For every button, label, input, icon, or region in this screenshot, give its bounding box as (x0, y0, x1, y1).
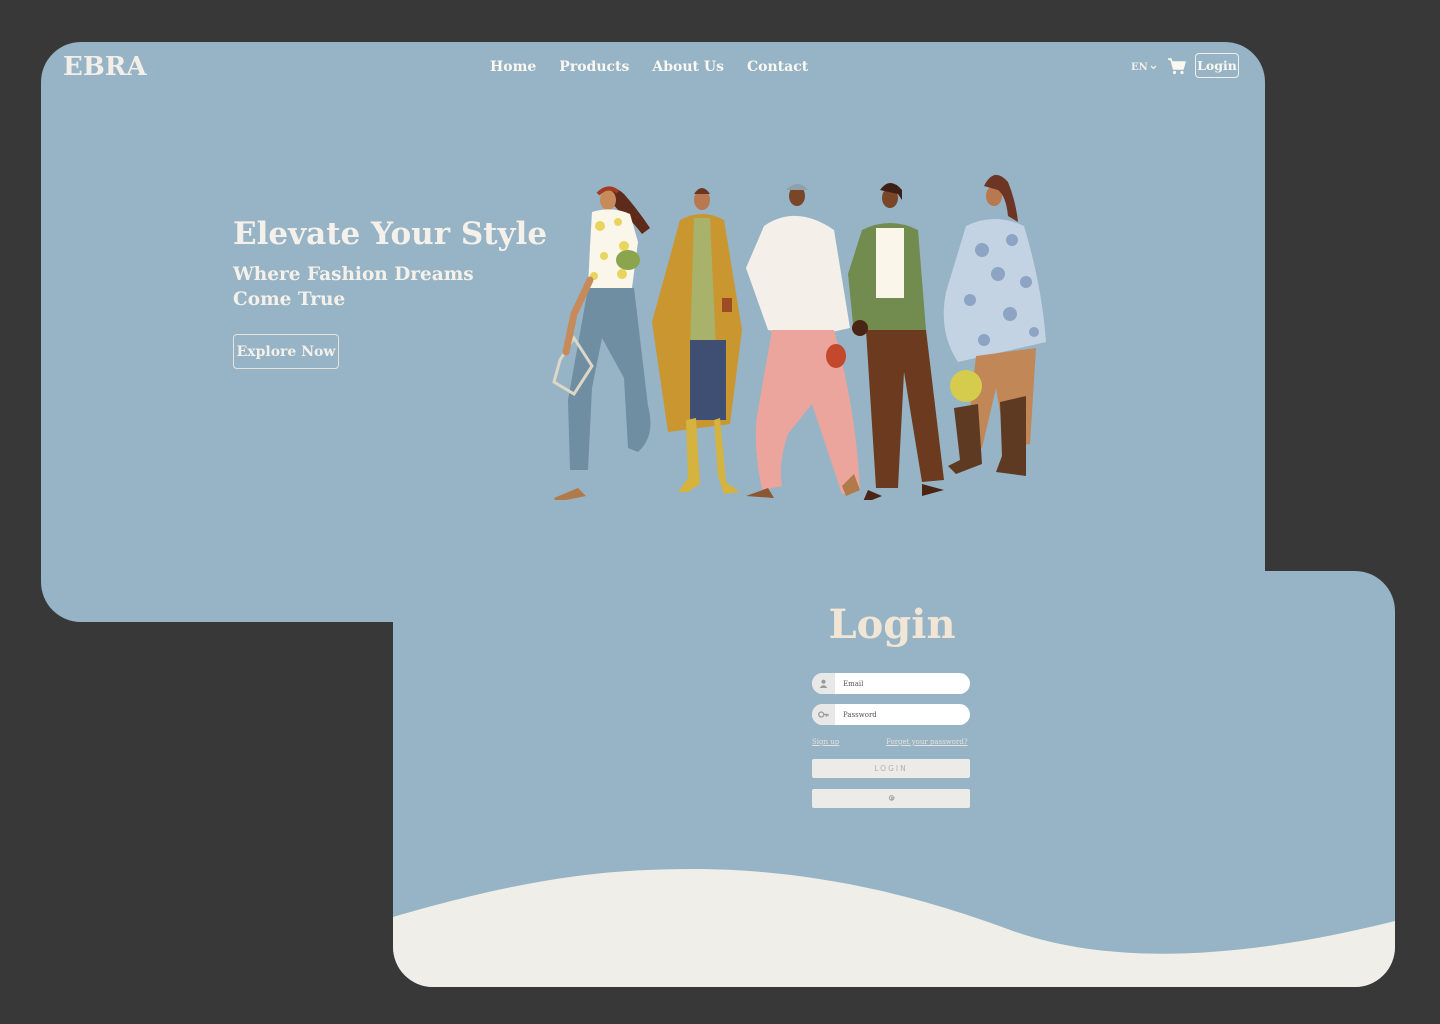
chevron-down-icon (1150, 65, 1157, 70)
sign-up-link[interactable]: Sign up (812, 738, 839, 746)
login-submit-label: LOGIN (874, 764, 908, 773)
google-login-button[interactable] (812, 789, 970, 808)
key-icon (812, 704, 835, 725)
nav-contact[interactable]: Contact (747, 59, 808, 75)
cart-icon[interactable] (1167, 57, 1187, 75)
main-nav: Home Products About Us Contact (490, 59, 808, 75)
email-input[interactable] (835, 673, 969, 694)
login-page-card: Login Sign up Forget your password? LOGI… (393, 571, 1395, 987)
language-label: EN (1131, 62, 1148, 73)
nav-products[interactable]: Products (559, 59, 629, 75)
password-input[interactable] (835, 704, 969, 725)
brand-logo[interactable]: EBRA (63, 52, 147, 82)
nav-home[interactable]: Home (490, 59, 536, 75)
nav-about-us[interactable]: About Us (652, 59, 724, 75)
user-icon (812, 673, 835, 694)
login-submit-button[interactable]: LOGIN (812, 759, 970, 778)
figure-polka-dot (552, 186, 651, 500)
hero-subtitle: Where Fashion Dreams Come True (233, 264, 474, 310)
figure-green-jacket (848, 183, 944, 500)
figure-white-hoodie (746, 184, 860, 498)
header-login-button[interactable]: Login (1195, 53, 1239, 78)
google-icon (888, 795, 895, 801)
landing-page-card: EBRA Home Products About Us Contact EN L… (41, 42, 1265, 622)
fashion-illustration (552, 174, 1046, 500)
email-field[interactable] (812, 673, 970, 694)
password-field[interactable] (812, 704, 970, 725)
forgot-password-link[interactable]: Forget your password? (886, 738, 968, 746)
explore-now-button[interactable]: Explore Now (233, 334, 339, 369)
language-selector[interactable]: EN (1131, 62, 1157, 73)
figure-mustard-coat (652, 188, 742, 494)
figure-floral-dress (943, 174, 1046, 476)
hero-title: Elevate Your Style (233, 216, 548, 252)
login-title: Login (828, 601, 956, 648)
